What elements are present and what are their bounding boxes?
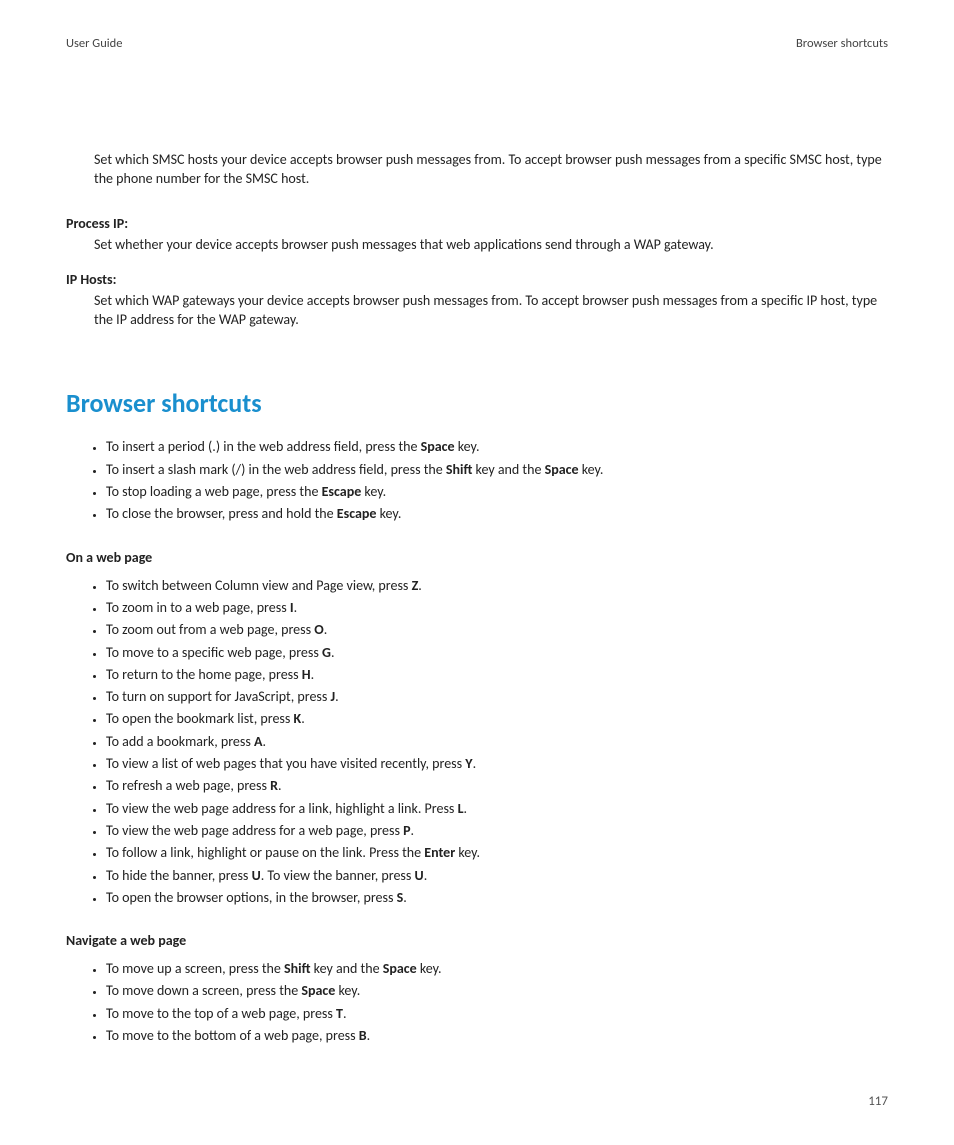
bold-text: H — [302, 666, 311, 683]
page-header: User Guide Browser shortcuts — [66, 36, 888, 51]
list-item: To hide the banner, press U. To view the… — [106, 866, 888, 886]
bold-text: Escape — [322, 483, 362, 500]
term-label: Process IP: — [66, 215, 888, 232]
list-item: To zoom out from a web page, press O. — [106, 620, 888, 640]
list-item: To move up a screen, press the Shift key… — [106, 959, 888, 979]
bold-text: B — [359, 1027, 367, 1044]
definition-list: Process IP: Set whether your device accep… — [66, 205, 888, 346]
bold-text: G — [322, 644, 331, 661]
list-item: To stop loading a web page, press the Es… — [106, 482, 888, 502]
bold-text: Shift — [446, 461, 472, 478]
bold-text: Space — [383, 960, 417, 977]
list-item: To move to the bottom of a web page, pre… — [106, 1026, 888, 1046]
list-item: To open the bookmark list, press K. — [106, 709, 888, 729]
list-item: To switch between Column view and Page v… — [106, 576, 888, 596]
term-label-text: IP Hosts — [66, 271, 113, 288]
bold-text: Enter — [424, 844, 455, 861]
bold-text: Z — [412, 577, 419, 594]
page-number: 117 — [868, 1094, 888, 1109]
bold-text: L — [458, 800, 464, 817]
bold-text: I — [290, 599, 294, 616]
bold-text: T — [336, 1005, 343, 1022]
subheading-navigate: Navigate a web page — [66, 932, 888, 949]
list-item: To move to a specific web page, press G. — [106, 643, 888, 663]
list-item: To view the web page address for a web p… — [106, 821, 888, 841]
list-item: To close the browser, press and hold the… — [106, 504, 888, 524]
term-label: IP Hosts: — [66, 271, 888, 288]
bold-text: Escape — [337, 505, 377, 522]
bold-text: Space — [421, 438, 455, 455]
list-item: To return to the home page, press H. — [106, 665, 888, 685]
bold-text: Y — [465, 755, 472, 772]
header-left: User Guide — [66, 36, 122, 51]
list-item: To turn on support for JavaScript, press… — [106, 687, 888, 707]
bold-text: R — [270, 777, 278, 794]
list-item: To open the browser options, in the brow… — [106, 888, 888, 908]
bold-text: Space — [301, 982, 335, 999]
top-shortcuts-list: To insert a period (.) in the web addres… — [66, 435, 888, 526]
bold-text: P — [403, 822, 410, 839]
bold-text: K — [294, 710, 302, 727]
list-item: To move down a screen, press the Space k… — [106, 981, 888, 1001]
list-item: To insert a period (.) in the web addres… — [106, 437, 888, 457]
document-page: User Guide Browser shortcuts Set which S… — [0, 0, 954, 1145]
subheading-on-web-page: On a web page — [66, 549, 888, 566]
section-title: Browser shortcuts — [66, 387, 888, 419]
bold-text: Shift — [284, 960, 310, 977]
term-label-text: Process IP — [66, 215, 124, 232]
bold-text: Space — [545, 461, 579, 478]
intro-paragraph: Set which SMSC hosts your device accepts… — [94, 151, 888, 189]
bold-text: J — [331, 688, 336, 705]
bold-text: S — [397, 889, 404, 906]
term-description: Set which WAP gateways your device accep… — [94, 292, 888, 330]
term-description: Set whether your device accepts browser … — [94, 236, 888, 255]
list-item: To follow a link, highlight or pause on … — [106, 843, 888, 863]
bold-text: U — [252, 867, 261, 884]
list-item: To refresh a web page, press R. — [106, 776, 888, 796]
nav-shortcuts-list: To move up a screen, press the Shift key… — [66, 957, 888, 1048]
list-item: To view the web page address for a link,… — [106, 799, 888, 819]
list-item: To view a list of web pages that you hav… — [106, 754, 888, 774]
list-item: To add a bookmark, press A. — [106, 732, 888, 752]
bold-text: A — [254, 733, 262, 750]
list-item: To move to the top of a web page, press … — [106, 1004, 888, 1024]
web-shortcuts-list: To switch between Column view and Page v… — [66, 574, 888, 910]
header-right: Browser shortcuts — [796, 36, 888, 51]
list-item: To zoom in to a web page, press I. — [106, 598, 888, 618]
bold-text: U — [415, 867, 424, 884]
bold-text: O — [314, 621, 323, 638]
list-item: To insert a slash mark (/) in the web ad… — [106, 460, 888, 480]
